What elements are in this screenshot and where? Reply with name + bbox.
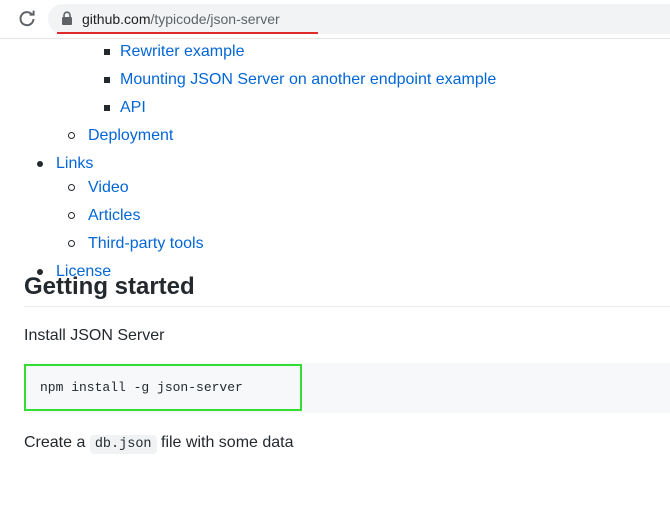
toc-link-mounting-example[interactable]: Mounting JSON Server on another endpoint… [120, 70, 496, 90]
back-arrow-icon[interactable]: ‹ [0, 10, 6, 26]
toc-link-api[interactable]: API [120, 98, 146, 118]
url-host: github.com [82, 11, 151, 27]
create-prefix-text: Create a [24, 434, 86, 451]
create-db-paragraph: Create a db.json file with some data [24, 433, 294, 455]
create-suffix-text: file with some data [161, 434, 294, 451]
heading-divider [24, 306, 670, 307]
url-path: /typicode/json-server [150, 11, 280, 27]
install-command: npm install -g json-server [40, 380, 243, 395]
url-annotation-underline [57, 32, 318, 34]
circle-bullet [68, 240, 75, 247]
square-bullet [104, 49, 110, 55]
square-bullet [104, 105, 110, 111]
inline-code-db-json: db.json [89, 435, 157, 454]
toc-link-articles[interactable]: Articles [88, 206, 140, 226]
lock-icon [62, 11, 72, 25]
disc-bullet [37, 161, 43, 167]
toc-link-links[interactable]: Links [56, 154, 93, 174]
square-bullet [104, 77, 110, 83]
install-paragraph: Install JSON Server [24, 327, 165, 344]
toc-link-video[interactable]: Video [88, 178, 129, 198]
toc-link-third-party-tools[interactable]: Third-party tools [88, 234, 204, 254]
url-text[interactable]: github.com/typicode/json-server [82, 11, 280, 27]
toc-link-rewriter-example[interactable]: Rewriter example [120, 42, 244, 62]
browser-toolbar: ‹ github.com/typicode/json-server [0, 0, 670, 39]
circle-bullet [68, 132, 75, 139]
section-heading-getting-started: Getting started [24, 273, 195, 300]
reload-icon[interactable] [17, 9, 37, 29]
circle-bullet [68, 212, 75, 219]
circle-bullet [68, 184, 75, 191]
toc-link-deployment[interactable]: Deployment [88, 126, 173, 146]
address-bar[interactable]: github.com/typicode/json-server [48, 4, 670, 34]
